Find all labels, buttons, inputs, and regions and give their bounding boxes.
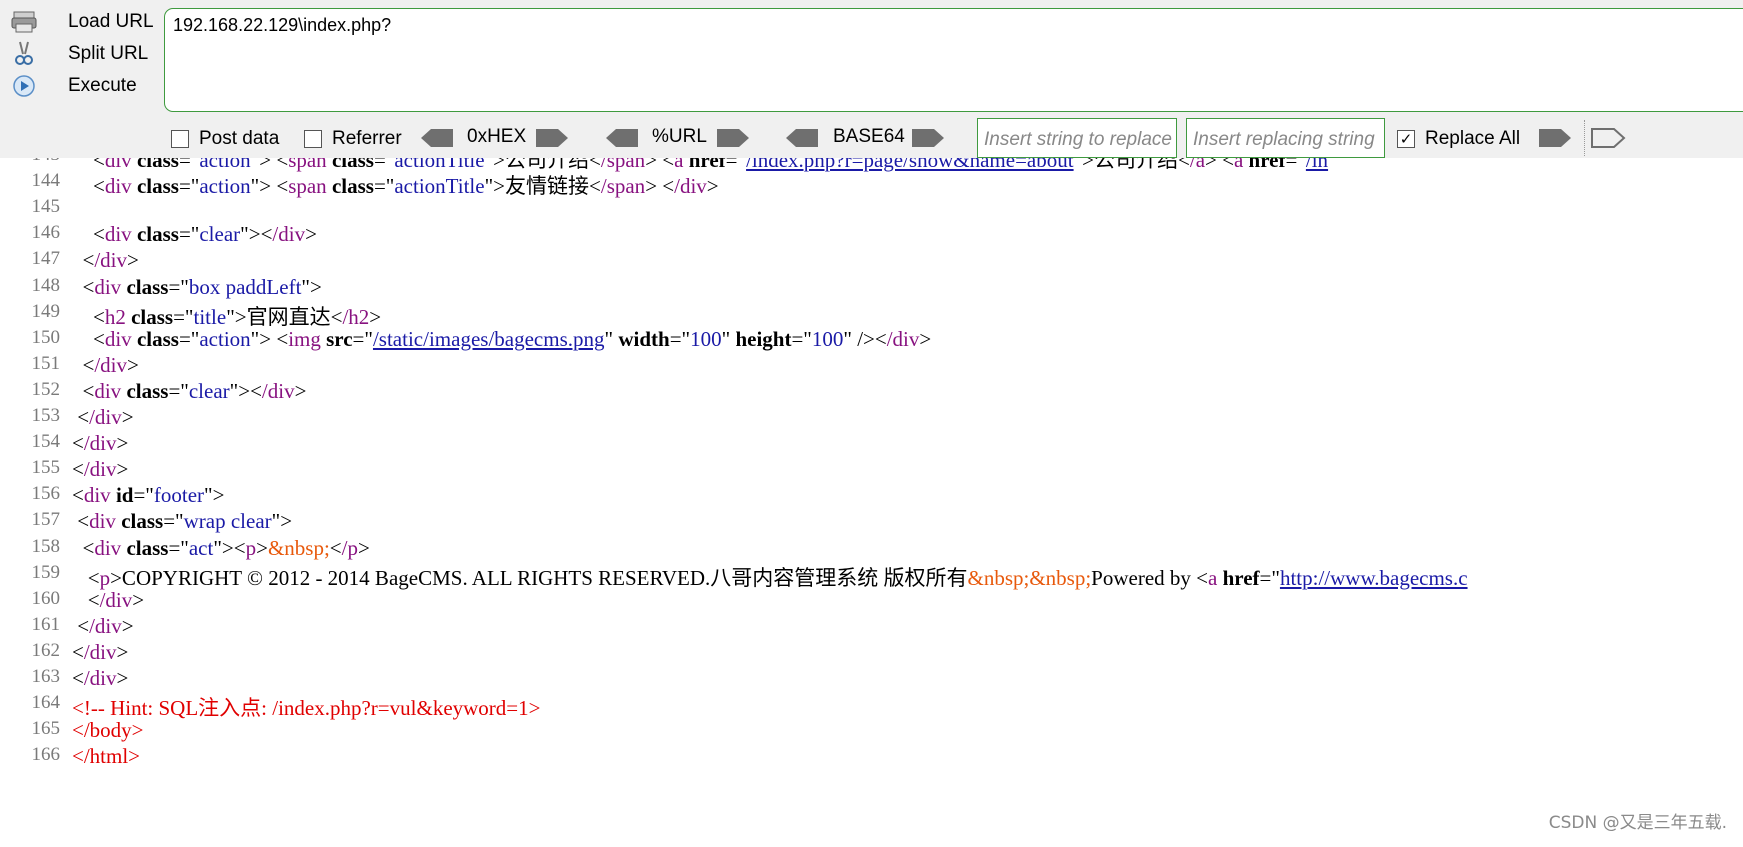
url-decode-arrow-icon[interactable] <box>604 128 640 148</box>
referrer-checkbox[interactable]: Referrer <box>304 126 402 152</box>
execute-label: Execute <box>68 75 137 96</box>
replace-run-arrow-icon[interactable] <box>1537 128 1573 148</box>
post-data-label: Post data <box>199 128 280 149</box>
source-code: </div> <box>72 431 129 456</box>
line-number: 144 <box>31 170 61 192</box>
source-code: <div class="clear"></div> <box>72 222 317 247</box>
url-input-text: 192.168.22.129\index.php? <box>173 15 392 35</box>
load-url-label: Load URL <box>68 11 154 32</box>
line-number: 157 <box>31 509 61 531</box>
line-number: 163 <box>31 666 61 687</box>
replace-all-checkbox[interactable]: ✓ Replace All <box>1397 126 1520 152</box>
line-number: 148 <box>31 274 61 296</box>
source-code: </div> <box>72 457 129 482</box>
source-code: </div> <box>72 405 134 429</box>
replace-string-input[interactable]: Insert replacing string <box>1186 118 1385 158</box>
find-string-input[interactable]: Insert string to replace <box>977 118 1177 158</box>
line-number: 146 <box>31 222 61 244</box>
line-number: 153 <box>31 405 61 426</box>
source-code: </div> <box>72 352 139 377</box>
source-code: <div id="footer"> <box>72 483 225 508</box>
execute-button[interactable]: Execute <box>10 70 155 102</box>
replace-all-check-icon: ✓ <box>1397 130 1415 148</box>
load-url-button[interactable]: Load URL <box>10 6 155 38</box>
hackbar-toolbar: Load URL Split URL Execute 192.168.22.12… <box>0 0 1743 158</box>
line-number: 155 <box>31 457 61 479</box>
load-url-icon <box>10 8 38 36</box>
line-number: 159 <box>31 561 61 583</box>
line-number: 145 <box>31 196 61 218</box>
line-number: 162 <box>31 639 61 661</box>
line-number: 149 <box>31 300 61 322</box>
source-code: </body> <box>72 718 144 743</box>
hex-encode-arrow-icon[interactable] <box>534 128 570 148</box>
base64-decode-arrow-icon[interactable] <box>784 128 820 148</box>
source-code: </div> <box>72 639 129 664</box>
source-code: <div class="box paddLeft"> <box>72 274 322 299</box>
url-encode-arrow-icon[interactable] <box>715 128 751 148</box>
line-number: 164 <box>31 692 61 714</box>
extra-arrow-icon[interactable] <box>1590 128 1626 148</box>
line-number: 150 <box>31 326 61 348</box>
base64-label: BASE64 <box>833 126 905 147</box>
line-number: 151 <box>31 352 61 374</box>
referrer-check-icon <box>304 130 322 148</box>
url-encoding-label: %URL <box>652 126 707 147</box>
post-data-check-icon <box>171 130 189 148</box>
source-code: <div class="action"> <img src="/static/i… <box>72 326 932 351</box>
replace-string-placeholder: Insert replacing string <box>1193 129 1375 150</box>
source-code: <div class="wrap clear"> <box>72 509 293 534</box>
line-number: 160 <box>31 587 61 609</box>
toolbar-divider <box>1584 120 1586 156</box>
source-code: </div> <box>72 587 145 612</box>
line-number: 154 <box>31 431 61 453</box>
scissors-icon <box>10 40 38 68</box>
source-code: <div class="act"><p>&nbsp;</p> <box>72 535 370 560</box>
hex-decode-arrow-icon[interactable] <box>419 128 455 148</box>
line-number: 165 <box>31 718 61 740</box>
replace-all-label: Replace All <box>1425 128 1521 149</box>
referrer-label: Referrer <box>332 128 402 149</box>
source-code: </div> <box>72 613 134 638</box>
line-number: 143 <box>0 158 61 166</box>
post-data-checkbox[interactable]: Post data <box>171 126 279 152</box>
find-string-placeholder: Insert string to replace <box>984 129 1172 150</box>
line-number: 158 <box>31 535 61 557</box>
page-source-view: 143 <div class="action"> <span class="ac… <box>0 158 1743 847</box>
split-url-label: Split URL <box>68 43 149 64</box>
source-code: </html> <box>72 744 141 769</box>
hex-label: 0xHEX <box>467 126 527 147</box>
line-number: 152 <box>31 378 61 400</box>
source-code: <p>COPYRIGHT © 2012 - 2014 BageCMS. ALL … <box>72 565 1468 590</box>
source-code: </div> <box>72 248 139 273</box>
line-number: 147 <box>31 248 61 270</box>
source-code: <div class="action"> <span class="action… <box>72 174 719 199</box>
split-url-button[interactable]: Split URL <box>10 38 155 70</box>
source-code: </div> <box>72 666 129 690</box>
url-input[interactable]: 192.168.22.129\index.php? <box>164 8 1743 112</box>
line-number: 156 <box>31 483 61 505</box>
base64-encode-arrow-icon[interactable] <box>910 128 946 148</box>
line-number: 166 <box>31 744 61 766</box>
source-code: <div class="clear"></div> <box>72 378 307 403</box>
line-number: 161 <box>31 613 61 635</box>
watermark: CSDN @又是三年五载. <box>1548 813 1727 833</box>
play-icon <box>10 72 38 100</box>
